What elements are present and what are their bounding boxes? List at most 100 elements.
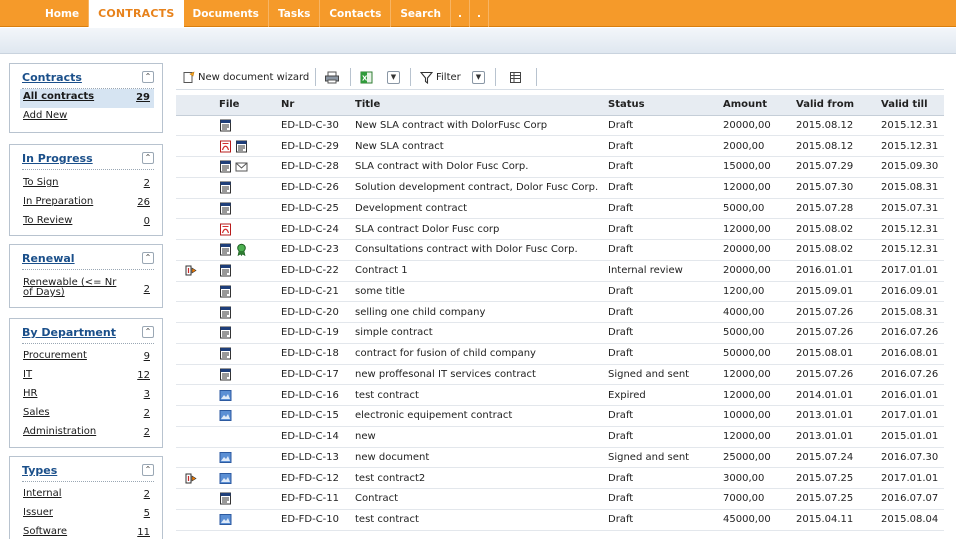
column-header-valid-from[interactable]: Valid from (796, 95, 881, 116)
filter-dropdown-button[interactable]: ▼ (472, 69, 485, 85)
table-row[interactable]: ED-LD-C-15 electronic equipement contract… (176, 405, 944, 427)
table-row[interactable]: ED-LD-C-13 new document Signed and sent 250… (176, 447, 944, 469)
certificate-icon[interactable] (235, 243, 248, 257)
panel-title-types[interactable]: Types (22, 464, 57, 477)
amount-cell: 12000,00 (723, 426, 796, 448)
table-row[interactable]: ED-LD-C-22 Contract 1 Internal review 20000… (176, 260, 944, 282)
table-row[interactable]: ED-LD-C-23 Consultations contract with Do… (176, 239, 944, 261)
word-doc-icon[interactable] (219, 119, 232, 132)
word-doc-icon[interactable] (219, 243, 232, 256)
word-doc-icon[interactable] (219, 202, 232, 215)
panel-title-renewal[interactable]: Renewal (22, 252, 75, 265)
sidebar-item-hr[interactable]: HR 3 (20, 386, 154, 405)
table-row[interactable]: ED-LD-C-26 Solution development contract,… (176, 177, 944, 199)
amount-cell: 20000,00 (723, 239, 796, 261)
valid-from-cell: 2015.08.02 (796, 218, 881, 240)
word-doc-icon[interactable] (219, 285, 232, 298)
export-dropdown-button[interactable]: ▼ (387, 69, 400, 85)
status-cell: Internal review (608, 260, 723, 282)
picture-icon[interactable] (219, 409, 232, 422)
column-chooser-button[interactable] (509, 69, 525, 85)
word-doc-icon[interactable] (219, 368, 232, 381)
print-button[interactable] (324, 69, 343, 85)
sidebar-item-issuer[interactable]: Issuer 5 (20, 505, 154, 524)
word-doc-icon[interactable] (235, 140, 248, 153)
table-row[interactable]: ED-LD-C-29 New SLA contract Draft 2000,00 20… (176, 135, 944, 157)
table-row[interactable]: ED-FD-C-10 test contract Draft 45000,00 2015… (176, 509, 944, 531)
new-document-wizard-button[interactable]: New document wizard (182, 69, 309, 85)
panel-title-by-department[interactable]: By Department (22, 326, 116, 339)
table-row[interactable]: ED-FD-C-11 Contract Draft 7000,00 2015.07.25… (176, 488, 944, 510)
panel-title-contracts[interactable]: Contracts (22, 71, 82, 84)
word-doc-icon[interactable] (219, 264, 232, 277)
collapse-icon[interactable]: ⌃ (142, 252, 154, 264)
word-doc-icon[interactable] (219, 306, 232, 319)
pdf-icon[interactable] (219, 223, 232, 236)
sidebar-item-add-new[interactable]: Add New (20, 108, 154, 127)
word-doc-icon[interactable] (219, 326, 232, 339)
review-flag-icon[interactable] (185, 472, 198, 485)
table-row[interactable]: ED-LD-C-16 test contract Expired 12000,00 20… (176, 384, 944, 406)
filter-button[interactable]: Filter (420, 69, 461, 85)
nav-search[interactable]: Search (391, 0, 451, 27)
sidebar-item-all-contracts[interactable]: All contracts 29 (20, 89, 154, 108)
table-row[interactable]: ED-LD-C-19 simple contract Draft 5000,00 201… (176, 322, 944, 344)
sidebar-item-procurement[interactable]: Procurement 9 (20, 348, 154, 367)
column-header-nr[interactable]: Nr (281, 95, 355, 116)
collapse-icon[interactable]: ⌃ (142, 326, 154, 338)
nr-cell: ED-LD-C-13 (281, 447, 355, 469)
table-row[interactable]: ED-LD-C-30 New SLA contract with DolorFus… (176, 115, 944, 137)
nav-extra-1[interactable]: . (451, 0, 470, 27)
word-doc-icon[interactable] (219, 181, 232, 194)
sidebar-item-to-sign[interactable]: To Sign 2 (20, 175, 154, 194)
nav-extra-2[interactable]: . (470, 0, 489, 27)
title-cell: selling one child company (355, 301, 608, 323)
nav-home[interactable]: Home (36, 0, 90, 27)
picture-icon[interactable] (219, 472, 232, 485)
email-icon[interactable] (235, 160, 248, 173)
word-doc-icon[interactable] (219, 347, 232, 360)
picture-icon[interactable] (219, 451, 232, 464)
nav-documents[interactable]: Documents (184, 0, 269, 27)
status-cell: Draft (608, 198, 723, 220)
nav-tasks[interactable]: Tasks (269, 0, 321, 27)
review-flag-icon[interactable] (185, 264, 198, 277)
file-cell (219, 177, 281, 199)
sidebar-item-internal[interactable]: Internal 2 (20, 486, 154, 505)
table-row[interactable]: ED-LD-C-21 some title Draft 1200,00 2015.09.… (176, 281, 944, 303)
export-excel-button[interactable]: X (360, 69, 376, 85)
collapse-icon[interactable]: ⌃ (142, 152, 154, 164)
sidebar-item-to-review[interactable]: To Review 0 (20, 213, 154, 232)
column-header-amount[interactable]: Amount (723, 95, 796, 116)
column-header-title[interactable]: Title (355, 95, 608, 116)
table-row[interactable]: ED-FD-C-12 test contract2 Draft 3000,00 2015… (176, 467, 944, 489)
table-header-row: File Nr Title Status Amount Valid from V… (176, 95, 944, 116)
collapse-icon[interactable]: ⌃ (142, 464, 154, 476)
sidebar-item-software[interactable]: Software 11 (20, 524, 154, 539)
table-row[interactable]: ED-LD-C-17 new proffesonal IT services co… (176, 364, 944, 386)
table-row[interactable]: ED-LD-C-20 selling one child company Draft… (176, 301, 944, 323)
table-row[interactable]: ED-LD-C-24 SLA contract Dolor Fusc corp Dr… (176, 218, 944, 240)
panel-title-in-progress[interactable]: In Progress (22, 152, 93, 165)
table-row[interactable]: ED-LD-C-25 Development contract Draft 5000,… (176, 198, 944, 220)
nav-contacts[interactable]: Contacts (320, 0, 392, 27)
column-header-file[interactable]: File (219, 95, 281, 116)
sidebar-item-renewable[interactable]: Renewable (<= Nr of Days) 2 (20, 276, 154, 303)
table-row[interactable]: ED-LD-C-14 new Draft 12000,00 2013.01.01 2015… (176, 426, 944, 448)
table-row[interactable]: ED-LD-C-28 SLA contract with Dolor Fusc C… (176, 156, 944, 178)
row-flag-cell (176, 177, 219, 199)
sidebar-item-sales[interactable]: Sales 2 (20, 405, 154, 424)
picture-icon[interactable] (219, 513, 232, 526)
word-doc-icon[interactable] (219, 160, 232, 173)
sidebar-item-in-preparation[interactable]: In Preparation 26 (20, 194, 154, 213)
table-row[interactable]: ED-LD-C-18 contract for fusion of child c… (176, 343, 944, 365)
word-doc-icon[interactable] (219, 492, 232, 505)
picture-icon[interactable] (219, 389, 232, 402)
sidebar-item-it[interactable]: IT 12 (20, 367, 154, 386)
sidebar-item-administration[interactable]: Administration 2 (20, 424, 154, 443)
pdf-icon[interactable] (219, 140, 232, 153)
column-header-status[interactable]: Status (608, 95, 723, 116)
nav-contracts[interactable]: CONTRACTS (89, 0, 184, 27)
column-header-valid-till[interactable]: Valid till (881, 95, 944, 116)
collapse-icon[interactable]: ⌃ (142, 71, 154, 83)
